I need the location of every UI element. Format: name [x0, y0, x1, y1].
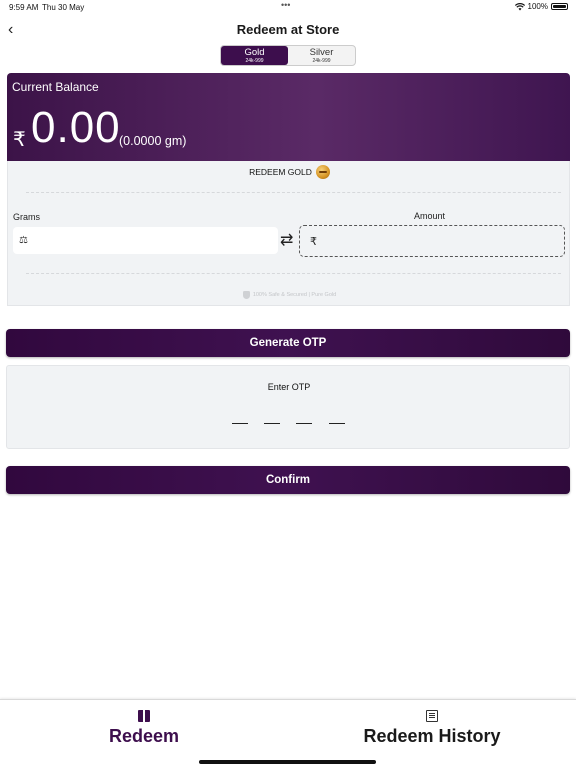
gold-tab[interactable]: Gold 24k-999 — [221, 46, 288, 65]
confirm-button[interactable]: Confirm — [6, 466, 570, 494]
grams-input[interactable]: ⚖ — [13, 227, 278, 254]
divider — [26, 192, 561, 193]
silver-tab[interactable]: Silver 24k-999 — [288, 46, 355, 65]
safety-note: 100% Safe & Secured | Pure Gold — [8, 291, 571, 299]
status-right: 100% — [514, 2, 568, 11]
battery-percent: 100% — [527, 2, 548, 11]
redeem-panel: REDEEM GOLD Grams Amount ⚖ ⇄ ₹ 100% Safe… — [7, 161, 570, 306]
generate-otp-button[interactable]: Generate OTP — [6, 329, 570, 357]
header: ‹ Redeem at Store — [0, 18, 576, 42]
wifi-icon — [514, 2, 525, 10]
status-bar: 9:59 AM Thu 30 May ••• 100% — [0, 0, 576, 14]
silver-tab-purity: 24k-999 — [312, 57, 331, 64]
tab-bar: Redeem Redeem History — [0, 699, 576, 769]
home-indicator — [199, 760, 376, 764]
tab-history-label: Redeem History — [363, 726, 501, 746]
otp-digit-4[interactable] — [329, 423, 345, 424]
tab-redeem-history[interactable]: Redeem History — [352, 700, 512, 769]
status-time: 9:59 AM — [9, 3, 39, 12]
balance-amount: 0.00 — [31, 103, 121, 152]
gold-tab-label: Gold — [244, 46, 265, 58]
balance-card: Current Balance ₹ 0.00 (0.0000 gm) — [7, 73, 570, 161]
balance-label: Current Balance — [12, 80, 99, 94]
gift-icon — [138, 710, 150, 722]
amount-currency: ₹ — [310, 235, 317, 248]
page-title: Redeem at Store — [236, 22, 340, 37]
redeem-heading: REDEEM GOLD — [8, 165, 571, 179]
otp-digit-2[interactable] — [264, 423, 280, 424]
amount-label: Amount — [414, 211, 446, 221]
redeem-heading-text: REDEEM GOLD — [249, 167, 312, 177]
silver-tab-label: Silver — [309, 46, 334, 58]
rupee-symbol: ₹ — [13, 129, 26, 151]
book-icon — [426, 710, 438, 722]
otp-panel: Enter OTP — [6, 365, 570, 449]
safety-note-text: 100% Safe & Secured | Pure Gold — [252, 292, 337, 298]
otp-digit-3[interactable] — [296, 423, 312, 424]
divider — [26, 273, 561, 274]
shield-icon — [242, 291, 250, 299]
gold-tab-purity: 24k-999 — [245, 57, 264, 64]
gold-coin-icon — [315, 165, 330, 179]
scale-icon: ⚖ — [19, 235, 28, 246]
swap-arrows-icon[interactable]: ⇄ — [280, 230, 293, 250]
status-date: Thu 30 May — [42, 3, 85, 12]
metal-toggle: Gold 24k-999 Silver 24k-999 — [220, 45, 356, 66]
grams-label: Grams — [13, 212, 40, 222]
battery-icon — [551, 3, 568, 10]
tab-redeem[interactable]: Redeem — [94, 700, 194, 769]
balance-grams: (0.0000 gm) — [119, 134, 187, 148]
otp-digit-1[interactable] — [232, 423, 248, 424]
otp-label: Enter OTP — [267, 382, 311, 392]
tab-redeem-label: Redeem — [108, 726, 180, 746]
amount-input[interactable]: ₹ — [299, 225, 565, 257]
multitasking-dots-icon[interactable]: ••• — [281, 0, 290, 10]
